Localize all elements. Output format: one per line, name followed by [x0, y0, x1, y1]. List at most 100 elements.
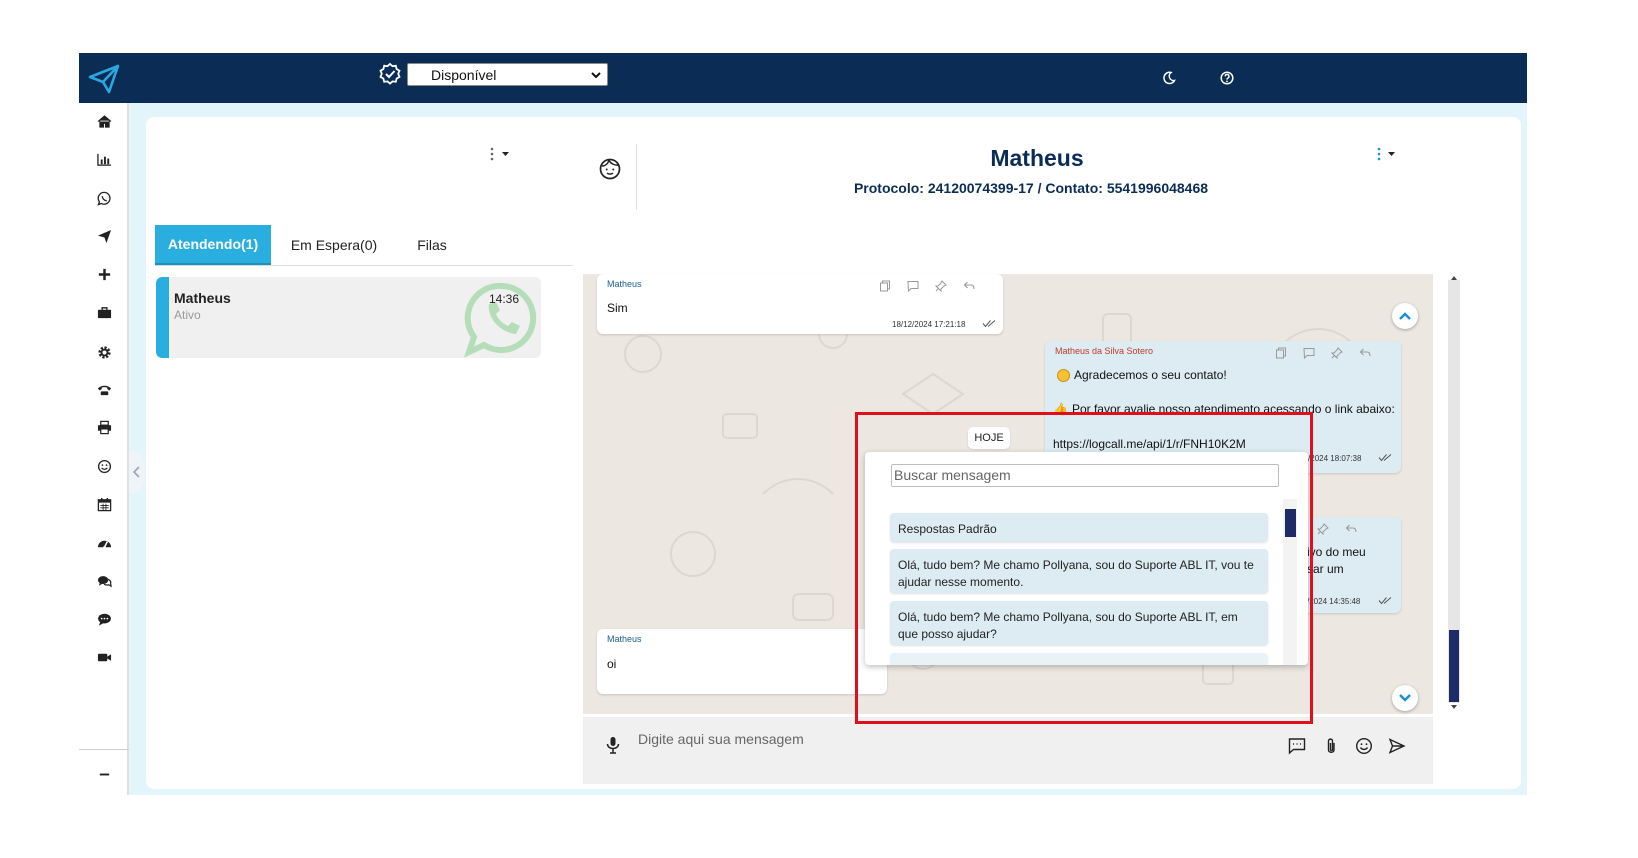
highlight-box	[855, 412, 1313, 724]
printer-icon	[97, 420, 111, 434]
message-sender: Matheus	[607, 279, 642, 289]
briefcase-icon	[97, 306, 111, 318]
sidebar-collapse[interactable]	[95, 765, 113, 783]
message-text: oi	[607, 657, 617, 671]
reply-icon[interactable]	[963, 280, 975, 292]
sidebar-dashboard[interactable]	[95, 534, 113, 552]
chevron-down-icon	[1399, 694, 1411, 702]
message-composer: Digite aqui sua mensagem	[583, 717, 1433, 784]
sidebar-reports[interactable]	[95, 150, 113, 168]
active-indicator	[156, 277, 169, 358]
paperclip-icon[interactable]	[1322, 737, 1340, 755]
conversation-tabs: Atendendo(1) Em Espera(0) Filas	[155, 225, 579, 266]
conversation-name: Matheus	[174, 290, 231, 306]
sidebar-home[interactable]	[95, 112, 113, 130]
scroll-to-bottom-button[interactable]	[1392, 685, 1418, 711]
sidebar-phone[interactable]	[95, 380, 113, 398]
sidebar-print[interactable]	[95, 418, 113, 436]
smiling-emoji-icon	[1057, 368, 1070, 382]
comment-icon	[97, 613, 111, 626]
message-actions	[1317, 523, 1357, 535]
dashboard-icon	[97, 540, 111, 548]
contact-face-icon[interactable]	[598, 157, 622, 181]
sidebar-comment[interactable]	[95, 610, 113, 628]
paper-plane-logo-icon[interactable]	[87, 63, 121, 95]
scroll-to-top-button[interactable]	[1392, 303, 1418, 329]
pin-icon[interactable]	[1331, 347, 1343, 359]
quick-replies-icon[interactable]	[1288, 737, 1306, 755]
send-message-icon[interactable]	[1388, 737, 1406, 755]
video-icon	[97, 653, 111, 661]
scroll-up-arrow-icon[interactable]	[1448, 274, 1460, 282]
sidebar-video[interactable]	[95, 648, 113, 666]
collapse-panel-tab[interactable]	[129, 450, 145, 494]
conversation-status: Ativo	[174, 308, 201, 322]
sidebar-chats[interactable]	[95, 572, 113, 590]
minus-icon	[99, 773, 109, 775]
double-check-icon	[1378, 454, 1392, 462]
message-sender: Matheus	[607, 634, 642, 644]
scroll-down-arrow-icon[interactable]	[1448, 703, 1460, 711]
chart-icon	[96, 153, 111, 166]
conversation-list-panel: Atendendo(1) Em Espera(0) Filas Matheus …	[146, 117, 589, 789]
chevron-down-icon	[591, 72, 601, 79]
microphone-icon[interactable]	[605, 736, 621, 754]
copy-icon[interactable]	[879, 280, 891, 292]
message-timestamp: /2024 14:35:48	[1307, 597, 1361, 606]
tab-filas[interactable]: Filas	[399, 225, 465, 265]
sidebar-new[interactable]	[95, 265, 113, 283]
double-check-icon	[1378, 597, 1392, 605]
kebab-menu-icon[interactable]	[1373, 146, 1401, 162]
moon-icon[interactable]	[1162, 71, 1176, 85]
header-divider	[636, 144, 637, 210]
conversation-time: 14:36	[489, 292, 520, 306]
help-icon[interactable]	[1220, 71, 1234, 85]
conversation-card[interactable]: Matheus Ativo 14:36	[156, 277, 541, 358]
contact-name: Matheus	[990, 145, 1084, 171]
tab-atendendo[interactable]: Atendendo(1)	[155, 225, 271, 265]
sidebar-send[interactable]	[95, 227, 113, 245]
message-actions	[879, 280, 975, 292]
sidebar-whatsapp[interactable]	[95, 189, 113, 207]
sidebar-calendar[interactable]	[95, 495, 113, 513]
home-icon	[97, 114, 111, 128]
comments-icon	[97, 575, 112, 587]
message-timestamp: 18/12/2024 17:21:18	[892, 320, 966, 329]
tab-em-espera[interactable]: Em Espera(0)	[279, 225, 389, 265]
status-select-value: Disponível	[431, 67, 497, 83]
phone-icon	[97, 385, 111, 395]
message-bubble-incoming[interactable]: Matheus Sim 18/12/2024 17:21:18	[597, 274, 1003, 334]
sidebar-settings[interactable]	[95, 343, 113, 361]
send-icon	[97, 229, 111, 243]
reply-chat-icon[interactable]	[907, 280, 919, 292]
message-bubble-incoming[interactable]: Matheus oi	[597, 629, 887, 694]
sidebar-divider	[79, 749, 129, 750]
message-text: ivo do meu	[1307, 545, 1366, 559]
sidebar-smile[interactable]	[95, 457, 113, 475]
message-input[interactable]: Digite aqui sua mensagem	[638, 731, 1138, 747]
reply-icon[interactable]	[1345, 523, 1357, 535]
double-check-icon	[982, 320, 996, 328]
sidebar-briefcase[interactable]	[95, 303, 113, 321]
calendar-icon	[97, 497, 111, 511]
chevron-left-icon	[132, 466, 140, 478]
reply-chat-icon[interactable]	[1303, 347, 1315, 359]
kebab-menu-icon[interactable]	[486, 146, 514, 162]
status-select[interactable]: Disponível	[407, 63, 608, 86]
pin-icon[interactable]	[935, 280, 947, 292]
message-bubble-outgoing[interactable]: ivo do meu sar um /2024 14:35:48	[1303, 517, 1401, 613]
top-bar: Disponível	[79, 53, 1527, 103]
whatsapp-icon	[96, 191, 111, 206]
chat-scrollbar-thumb[interactable]	[1449, 630, 1459, 702]
protocol-info: Protocolo: 24120074399-17 / Contato: 554…	[853, 180, 1209, 196]
pin-icon[interactable]	[1317, 523, 1329, 535]
message-sender: Matheus da Silva Sotero	[1055, 346, 1154, 356]
message-text: Sim	[607, 301, 628, 315]
emoji-icon[interactable]	[1355, 737, 1373, 755]
reply-icon[interactable]	[1359, 347, 1371, 359]
gear-icon	[97, 345, 111, 359]
message-text: Agradecemos o seu contato!	[1074, 368, 1227, 382]
copy-icon[interactable]	[1275, 347, 1287, 359]
message-actions	[1275, 347, 1371, 359]
message-line-1: Agradecemos o seu contato!	[1057, 368, 1227, 382]
